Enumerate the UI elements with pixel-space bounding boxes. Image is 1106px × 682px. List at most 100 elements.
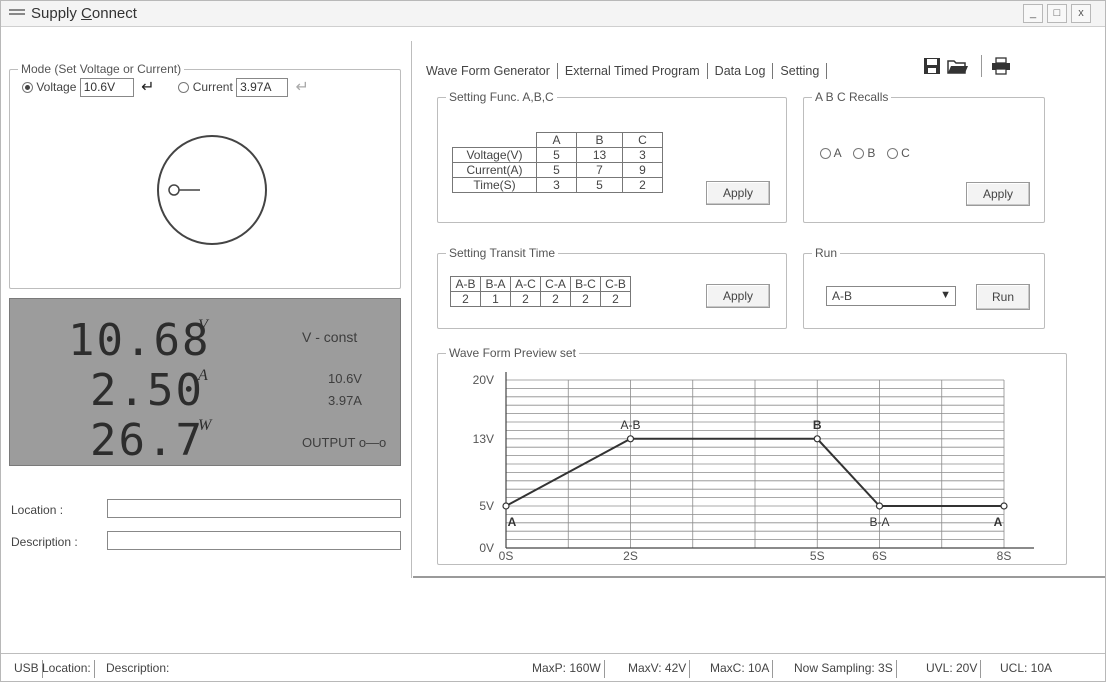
run-sequence-select[interactable]: A-B ▼ [826,286,956,306]
maximize-button[interactable]: □ [1047,4,1067,23]
app-icon [9,9,25,19]
status-description: Description: [106,661,170,675]
tab-bar: Wave Form Generator External Timed Progra… [426,63,828,83]
setting-func-apply-button[interactable]: Apply [706,181,770,205]
voltage-a-cell[interactable]: 5 [536,147,577,163]
voltage-unit: V [198,317,208,334]
recall-b-radio[interactable] [853,148,865,160]
run-button[interactable]: Run [976,284,1030,310]
title-bar: Supply Connect _ □ x [1,1,1105,27]
wave-point [875,502,884,510]
status-sampling: Now Sampling: 3S [791,660,897,678]
transit-value-cell[interactable]: 2 [540,291,571,307]
panel-divider [411,41,412,578]
readout-display: 10.68 V 2.50 A 26.7 W V - const 10.6V 3.… [9,298,401,466]
current-reading: 2.50 [90,365,204,416]
time-c-cell[interactable]: 2 [622,177,663,193]
transit-table: A-B B-A A-C C-A B-C C-B 2 1 2 2 2 2 [450,276,631,307]
current-unit: A [198,367,208,384]
transit-header: B-C [570,276,601,292]
voltage-setpoint-input[interactable]: 10.6V [79,77,134,97]
transit-apply-button[interactable]: Apply [706,284,770,308]
transit-value-cell[interactable]: 2 [450,291,481,307]
recalls-apply-button[interactable]: Apply [966,182,1030,206]
setting-func-group: Setting Func. A,B,C A B C Voltage(V) 5 1… [437,90,787,223]
time-b-cell[interactable]: 5 [576,177,623,193]
status-connection: USB [11,660,43,678]
transit-header: C-A [540,276,571,292]
recall-a-radio[interactable] [820,148,831,160]
status-max-current: MaxC: 10A [707,660,774,678]
transit-group: Setting Transit Time A-B B-A A-C C-A B-C… [437,246,787,329]
mode-group-title: Mode (Set Voltage or Current) [18,62,185,76]
voltage-b-cell[interactable]: 13 [576,147,623,163]
transit-header: A-C [510,276,541,292]
adjust-knob[interactable] [142,130,286,250]
wave-point [813,435,821,443]
run-selected-value: A-B [832,289,853,303]
run-group: Run A-B ▼ Run [803,246,1045,329]
status-max-power: MaxP: 160W [529,660,605,678]
run-title: Run [812,246,841,260]
voltage-radio[interactable] [22,81,33,93]
current-label: Current [192,80,233,94]
print-icon[interactable] [991,57,1011,75]
recall-a-label: A [833,146,842,160]
tab-data-log[interactable]: Data Log [708,63,774,79]
wave-point-label: A [508,515,517,529]
tab-wave-form-generator[interactable]: Wave Form Generator [426,63,558,79]
column-header-b: B [576,132,623,148]
transit-header: B-A [480,276,511,292]
y-tick-label: 13V [473,432,494,446]
current-setpoint-input[interactable]: 3.97A [236,77,289,97]
current-b-cell[interactable]: 7 [576,162,623,178]
chevron-down-icon: ▼ [940,289,951,301]
transit-value-cell[interactable]: 2 [570,291,601,307]
preview-title: Wave Form Preview set [446,346,579,360]
toolbar-separator [981,55,982,77]
minimize-button[interactable]: _ [1023,4,1043,23]
y-tick-label: 5V [479,499,494,513]
regulation-mode: V - const [302,329,358,345]
power-unit: W [198,417,212,434]
time-a-cell[interactable]: 3 [536,177,577,193]
recall-c-radio[interactable] [886,148,898,160]
tab-external-timed-program[interactable]: External Timed Program [558,63,708,79]
current-a-cell[interactable]: 5 [536,162,577,178]
close-button[interactable]: x [1071,4,1091,23]
panel-bottom-border [413,576,1105,578]
transit-title: Setting Transit Time [446,246,559,260]
setting-func-title: Setting Func. A,B,C [446,90,557,104]
status-ucl: UCL: 10A [1000,661,1053,675]
open-folder-icon[interactable] [947,57,969,75]
wave-point-label: A-B [620,418,640,432]
voltage-c-cell[interactable]: 3 [622,147,663,163]
current-radio[interactable] [178,81,190,93]
power-reading: 26.7 [90,415,204,466]
y-tick-label: 0V [479,541,494,555]
app-window: Supply Connect _ □ x Mode (Set Voltage o… [0,0,1106,682]
recalls-group: A B C Recalls A B C Apply [803,90,1045,223]
description-input[interactable] [107,531,401,550]
transit-value-cell[interactable]: 1 [480,291,511,307]
status-bar: USB Location: Description: MaxP: 160W Ma… [1,653,1105,681]
tab-setting[interactable]: Setting [773,63,828,79]
x-tick-label: 6S [872,549,887,560]
save-icon[interactable] [923,57,941,75]
location-input[interactable] [107,499,401,518]
x-tick-label: 8S [997,549,1012,560]
voltage-enter-icon[interactable]: ↵ [141,77,165,97]
transit-value-cell[interactable]: 2 [510,291,541,307]
preview-group: Wave Form Preview set 20V 13V 5V 0V 0S 2S 5S 6S… [437,346,1067,565]
status-uvl: UVL: 20V [923,660,982,678]
row-label: Voltage(V) [452,147,537,163]
current-c-cell[interactable]: 9 [622,162,663,178]
set-voltage-display: 10.6V [328,371,362,386]
y-tick-label: 20V [473,373,494,387]
transit-value-cell[interactable]: 2 [600,291,631,307]
mode-group: Mode (Set Voltage or Current) Voltage 10… [9,62,401,289]
column-header-a: A [536,132,577,148]
current-enter-icon[interactable]: ↵ [295,77,308,97]
wave-point-label: B [813,418,822,432]
description-label: Description : [11,535,78,549]
